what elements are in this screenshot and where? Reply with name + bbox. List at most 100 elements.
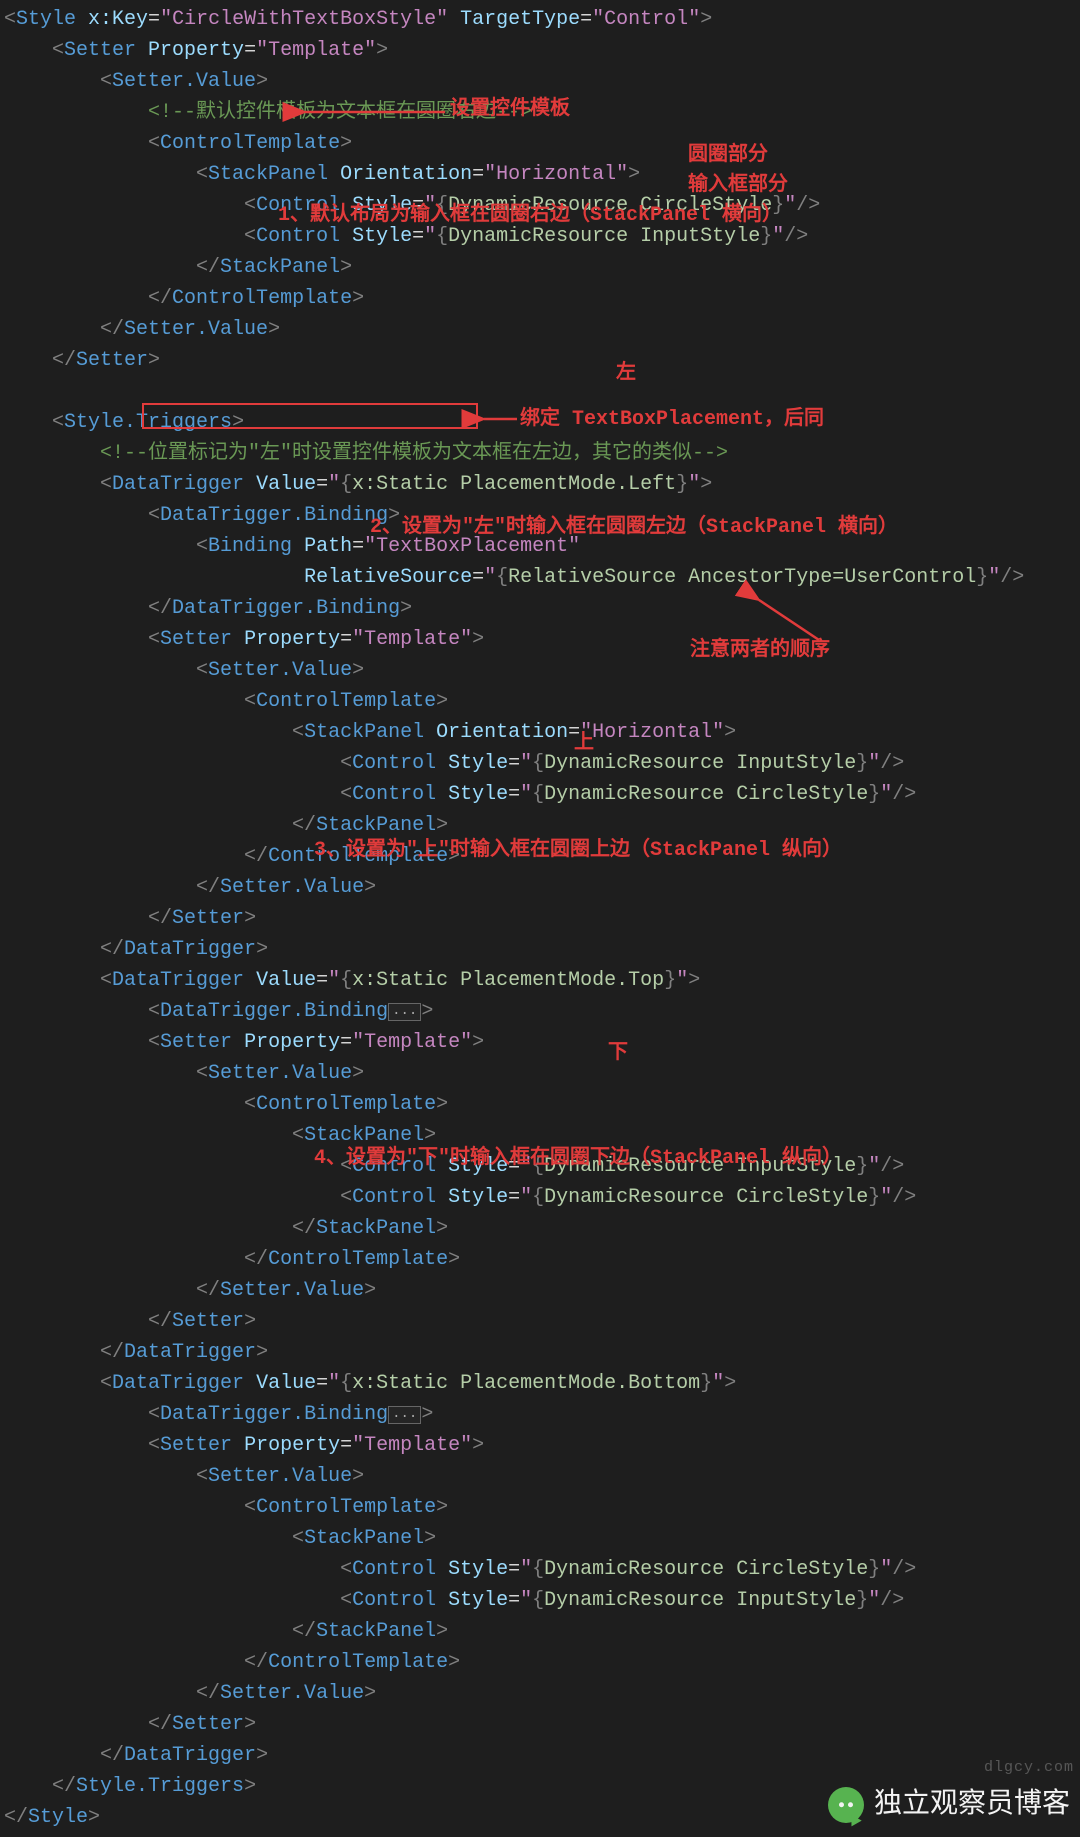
code-token: = — [340, 628, 352, 651]
code-line[interactable]: <Setter Property="Template"> — [4, 1430, 1080, 1461]
code-line[interactable]: <Setter Property="Template"> — [4, 624, 1080, 655]
code-line[interactable]: </ControlTemplate> — [4, 1244, 1080, 1275]
annotation-tip-4: 4、设置为"下"时输入框在圆圈下边（StackPanel 纵向） — [314, 1143, 842, 1174]
code-line[interactable]: <StackPanel Orientation="Horizontal"> — [4, 159, 1080, 190]
code-line[interactable]: <Setter.Value> — [4, 1058, 1080, 1089]
code-line[interactable]: <Setter.Value> — [4, 655, 1080, 686]
code-token: </ — [100, 318, 124, 341]
code-line[interactable]: </Setter.Value> — [4, 1678, 1080, 1709]
code-token: <!--位置标记为"左"时设置控件模板为文本框在左边，其它的类似--> — [100, 442, 728, 465]
code-line[interactable]: </Setter> — [4, 1306, 1080, 1337]
code-line[interactable]: <Setter.Value> — [4, 66, 1080, 97]
code-line[interactable]: <ControlTemplate> — [4, 1492, 1080, 1523]
code-line[interactable]: </Setter.Value> — [4, 872, 1080, 903]
code-token: /> — [892, 783, 916, 806]
code-token: > — [448, 1651, 460, 1674]
code-line[interactable]: <ControlTemplate> — [4, 1089, 1080, 1120]
code-token: > — [448, 1248, 460, 1271]
code-line[interactable]: RelativeSource="{RelativeSource Ancestor… — [4, 562, 1080, 593]
code-token: DataTrigger — [112, 473, 256, 496]
code-token: </ — [4, 1806, 28, 1829]
code-line[interactable]: <DataTrigger.Binding...> — [4, 1399, 1080, 1430]
code-line[interactable]: <DataTrigger.Binding...> — [4, 996, 1080, 1027]
code-token: = — [316, 1372, 328, 1395]
code-token: < — [244, 1496, 256, 1519]
annotation-tip-2: 2、设置为"左"时输入框在圆圈左边（StackPanel 横向） — [370, 512, 898, 543]
code-line[interactable]: <StackPanel> — [4, 1523, 1080, 1554]
code-token: < — [148, 1000, 160, 1023]
arrow-set-template — [300, 104, 450, 120]
fold-indicator[interactable]: ... — [388, 1406, 421, 1424]
code-line[interactable]: </Setter> — [4, 345, 1080, 376]
code-token: > — [340, 132, 352, 155]
code-line[interactable]: <DataTrigger Value="{x:Static PlacementM… — [4, 965, 1080, 996]
code-token: /> — [1000, 566, 1024, 589]
code-line[interactable]: <ControlTemplate> — [4, 686, 1080, 717]
code-token: } — [700, 1372, 712, 1395]
code-line[interactable]: <Style x:Key="CircleWithTextBoxStyle" Ta… — [4, 4, 1080, 35]
code-token: StackPanel — [316, 1217, 436, 1240]
code-token: > — [256, 70, 268, 93]
code-line[interactable]: <Setter.Value> — [4, 1461, 1080, 1492]
code-token: </ — [100, 938, 124, 961]
code-token: Setter — [160, 1434, 244, 1457]
code-token: "Horizontal" — [484, 163, 628, 186]
code-token: > — [244, 907, 256, 930]
code-line[interactable]: </Setter.Value> — [4, 314, 1080, 345]
code-token: Setter.Value — [208, 1465, 352, 1488]
code-line[interactable]: </ControlTemplate> — [4, 1647, 1080, 1678]
fold-indicator[interactable]: ... — [388, 1003, 421, 1021]
code-line[interactable]: </Setter> — [4, 1709, 1080, 1740]
code-line[interactable]: <Control Style="{DynamicResource CircleS… — [4, 1182, 1080, 1213]
code-line[interactable]: <Control Style="{DynamicResource InputSt… — [4, 1585, 1080, 1616]
code-token: < — [340, 783, 352, 806]
code-line[interactable]: </ControlTemplate> — [4, 283, 1080, 314]
code-token: DataTrigger.Binding — [172, 597, 400, 620]
code-token: = — [508, 783, 520, 806]
code-line[interactable]: <DataTrigger Value="{x:Static PlacementM… — [4, 1368, 1080, 1399]
code-line[interactable]: <Control Style="{DynamicResource InputSt… — [4, 748, 1080, 779]
code-token: /> — [880, 1155, 904, 1178]
code-token: Path — [304, 535, 352, 558]
annotation-left: 左 — [616, 358, 636, 389]
code-token: < — [196, 535, 208, 558]
code-line[interactable]: </StackPanel> — [4, 252, 1080, 283]
code-token: } — [856, 1155, 868, 1178]
code-token: Setter.Value — [208, 1062, 352, 1085]
code-token: " — [988, 566, 1000, 589]
code-token: "Template" — [352, 628, 472, 651]
code-token: " — [880, 783, 892, 806]
code-line[interactable]: <Control Style="{DynamicResource CircleS… — [4, 1554, 1080, 1585]
code-token: } — [676, 473, 688, 496]
code-line[interactable]: </StackPanel> — [4, 1616, 1080, 1647]
code-token: x:Static PlacementMode.Bottom — [352, 1372, 700, 1395]
code-line[interactable]: </Setter> — [4, 903, 1080, 934]
code-line[interactable]: </Setter.Value> — [4, 1275, 1080, 1306]
code-token: < — [148, 628, 160, 651]
code-line[interactable]: <!--位置标记为"左"时设置控件模板为文本框在左边，其它的类似--> — [4, 438, 1080, 469]
code-token: " — [520, 1589, 532, 1612]
code-line[interactable]: </StackPanel> — [4, 1213, 1080, 1244]
code-line[interactable]: <ControlTemplate> — [4, 128, 1080, 159]
code-line[interactable]: </DataTrigger> — [4, 1337, 1080, 1368]
code-line[interactable]: <Setter Property="Template"> — [4, 35, 1080, 66]
code-line[interactable]: <StackPanel Orientation="Horizontal"> — [4, 717, 1080, 748]
code-token: > — [256, 1744, 268, 1767]
code-token: </ — [52, 1775, 76, 1798]
code-line[interactable]: </DataTrigger> — [4, 1740, 1080, 1771]
code-line[interactable]: <DataTrigger Value="{x:Static PlacementM… — [4, 469, 1080, 500]
code-token: > — [472, 1434, 484, 1457]
code-token: StackPanel — [220, 256, 340, 279]
code-token: } — [856, 1589, 868, 1612]
code-line[interactable]: <Setter Property="Template"> — [4, 1027, 1080, 1058]
code-token: < — [244, 1093, 256, 1116]
code-line[interactable]: </DataTrigger.Binding> — [4, 593, 1080, 624]
code-line[interactable]: </DataTrigger> — [4, 934, 1080, 965]
code-token: = — [472, 163, 484, 186]
code-token: x:Static PlacementMode.Left — [352, 473, 676, 496]
code-line[interactable]: <Control Style="{DynamicResource CircleS… — [4, 779, 1080, 810]
code-token: } — [868, 1558, 880, 1581]
code-token: > — [436, 814, 448, 837]
code-token: { — [532, 783, 544, 806]
code-token: } — [856, 752, 868, 775]
